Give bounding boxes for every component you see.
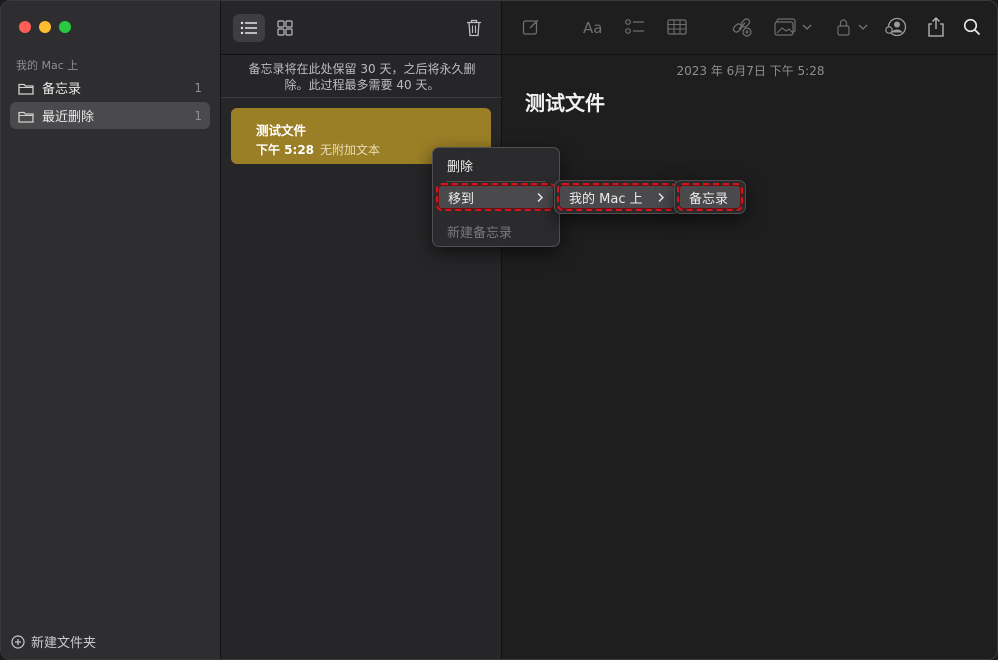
collaborate-icon bbox=[885, 17, 907, 37]
trash-icon bbox=[467, 19, 481, 37]
format-icon: Aa bbox=[583, 19, 602, 35]
gallery-view-button[interactable] bbox=[271, 14, 299, 42]
list-view-icon bbox=[240, 21, 257, 35]
menu-item-new-note: 新建备忘录 bbox=[438, 219, 554, 243]
compose-icon bbox=[522, 19, 539, 35]
list-toolbar bbox=[221, 1, 502, 55]
note-date: 2023 年 6月7日 下午 5:28 bbox=[676, 64, 825, 78]
delete-note-button[interactable] bbox=[460, 14, 488, 42]
submenu-location: 我的 Mac 上 bbox=[554, 180, 680, 214]
sidebar-item-notes[interactable]: 备忘录 1 bbox=[10, 74, 210, 101]
note-list: 备忘录将在此处保留 30 天，之后将永久删除。此过程最多需要 40 天。 测试文… bbox=[221, 1, 502, 659]
deletion-notice: 备忘录将在此处保留 30 天，之后将永久删除。此过程最多需要 40 天。 bbox=[248, 62, 476, 92]
note-editor: Aa 2023 年 6月7日 下午 5:28 测试文件 bbox=[502, 1, 997, 659]
table-icon bbox=[667, 19, 687, 35]
media-icon bbox=[774, 18, 812, 36]
note-preview: 无附加文本 bbox=[320, 143, 381, 157]
close-window-button[interactable] bbox=[19, 21, 31, 33]
checklist-button[interactable] bbox=[624, 16, 646, 38]
menu-item-label: 我的 Mac 上 bbox=[569, 191, 643, 207]
sidebar-item-recently-deleted[interactable]: 最近删除 1 bbox=[10, 102, 210, 129]
submenu-item-notes-folder[interactable]: 备忘录 bbox=[677, 183, 743, 211]
note-body-title[interactable]: 测试文件 bbox=[525, 87, 605, 116]
menu-item-delete[interactable]: 删除 bbox=[438, 153, 554, 177]
link-icon bbox=[732, 18, 752, 37]
list-view-button[interactable] bbox=[233, 14, 265, 42]
chevron-right-icon bbox=[658, 192, 665, 202]
compose-button[interactable] bbox=[520, 16, 542, 38]
sidebar-item-label: 最近删除 bbox=[42, 110, 95, 125]
menu-item-label: 删除 bbox=[447, 159, 474, 175]
search-icon bbox=[963, 18, 981, 36]
editor-toolbar: Aa bbox=[502, 1, 997, 55]
collaborate-button[interactable] bbox=[884, 16, 908, 38]
new-folder-label: 新建文件夹 bbox=[31, 636, 97, 651]
divider bbox=[221, 97, 502, 98]
table-button[interactable] bbox=[666, 16, 688, 38]
note-title: 测试文件 bbox=[256, 123, 307, 138]
menu-separator bbox=[446, 181, 546, 182]
lock-icon bbox=[837, 19, 868, 36]
menu-item-label: 新建备忘录 bbox=[447, 225, 513, 241]
sidebar-item-count: 1 bbox=[194, 80, 202, 95]
menu-item-label: 备忘录 bbox=[689, 191, 729, 207]
zoom-window-button[interactable] bbox=[59, 21, 71, 33]
minimize-window-button[interactable] bbox=[39, 21, 51, 33]
sidebar: 我的 Mac 上 备忘录 1 最近删除 1 新建文件夹 bbox=[1, 1, 221, 659]
checklist-icon bbox=[625, 19, 644, 34]
format-button[interactable]: Aa bbox=[582, 16, 608, 38]
note-time: 下午 5:28 bbox=[256, 143, 315, 157]
media-button[interactable] bbox=[774, 16, 814, 38]
menu-item-move-to[interactable]: 移到 bbox=[436, 183, 556, 211]
plus-circle-icon bbox=[11, 634, 25, 649]
submenu-item-on-my-mac[interactable]: 我的 Mac 上 bbox=[557, 183, 677, 211]
sidebar-section-title: 我的 Mac 上 bbox=[16, 59, 79, 72]
share-button[interactable] bbox=[926, 16, 946, 38]
folder-icon bbox=[18, 110, 34, 123]
window-controls bbox=[19, 21, 71, 33]
submenu-folders: 备忘录 bbox=[674, 180, 746, 214]
chevron-right-icon bbox=[537, 192, 544, 202]
menu-item-label: 移到 bbox=[448, 191, 475, 207]
gallery-view-icon bbox=[277, 20, 293, 36]
link-button[interactable] bbox=[730, 16, 754, 38]
sidebar-item-count: 1 bbox=[194, 108, 202, 123]
sidebar-item-label: 备忘录 bbox=[42, 82, 82, 97]
share-icon bbox=[928, 17, 944, 37]
notes-window: 我的 Mac 上 备忘录 1 最近删除 1 新建文件夹 备忘录将在此处保留 30… bbox=[0, 0, 998, 660]
search-button[interactable] bbox=[962, 16, 982, 38]
svg-text:Aa: Aa bbox=[583, 19, 602, 35]
lock-button[interactable] bbox=[836, 16, 870, 38]
new-folder-button[interactable]: 新建文件夹 bbox=[11, 632, 96, 651]
context-menu: 删除 移到 新建备忘录 bbox=[432, 147, 560, 247]
folder-icon bbox=[18, 82, 34, 95]
